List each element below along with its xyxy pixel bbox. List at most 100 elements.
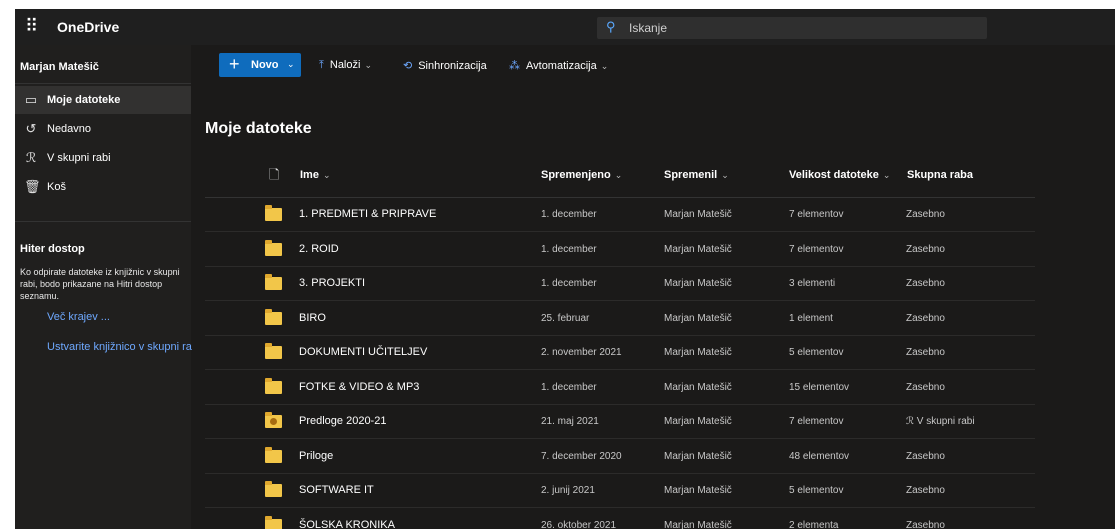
file-sharing: Zasebno <box>906 519 945 529</box>
file-name[interactable]: 1. PREDMETI & PRIPRAVE <box>299 208 436 220</box>
column-header-size[interactable]: Velikost datoteke ⌄ <box>789 169 890 181</box>
file-modified: 1. december <box>541 209 597 220</box>
file-name[interactable]: Predloge 2020-21 <box>299 415 386 427</box>
table-row[interactable]: ŠOLSKA KRONIKA 26. oktober 2021 Marjan Mat… <box>205 509 1035 529</box>
file-name[interactable]: 2. ROID <box>299 243 339 255</box>
user-name: Marjan Matešič <box>20 61 99 73</box>
file-name[interactable]: BIRO <box>299 312 326 324</box>
chevron-down-icon: ⌄ <box>614 170 623 180</box>
file-size: 7 elementov <box>789 416 844 427</box>
folder-icon <box>265 377 282 394</box>
file-type-icon[interactable]: 🗋 <box>269 166 279 188</box>
history-icon: ↺ <box>25 121 37 136</box>
file-modified-by: Marjan Matešič <box>664 416 732 427</box>
folder-icon <box>265 239 282 256</box>
new-button[interactable]: + Novo ⌄ <box>219 53 301 77</box>
file-sharing: Zasebno <box>906 278 945 289</box>
more-places-link[interactable]: Več krajev ... <box>47 311 110 323</box>
onedrive-window: ⠿ OneDrive ⚲ Iskanje Marjan Matešič ▭ Mo… <box>15 9 1115 529</box>
file-modified: 1. december <box>541 243 597 255</box>
folder-icon <box>265 274 282 290</box>
file-name[interactable]: Priloge <box>299 450 333 462</box>
file-modified-by: Marjan Matešič <box>664 278 732 289</box>
file-name[interactable]: SOFTWARE IT <box>299 484 374 496</box>
chevron-down-icon: ⌄ <box>364 60 372 70</box>
file-name[interactable]: ŠOLSKA KRONIKA <box>299 519 395 529</box>
file-sharing: ℛ V skupni rabi <box>906 416 975 427</box>
file-modified: 7. december 2020 <box>541 450 622 462</box>
trash-icon: 🗑 <box>24 179 41 194</box>
plus-icon: + <box>229 54 240 74</box>
table-row[interactable]: 2. ROID 1. december Marjan Matešič 7 elemen… <box>205 233 1035 267</box>
file-name[interactable]: FOTKE & VIDEO & MP3 <box>299 381 419 393</box>
column-header-sharing[interactable]: Skupna raba <box>907 169 973 181</box>
search-box[interactable]: ⚲ Iskanje <box>597 17 987 39</box>
file-sharing: Zasebno <box>906 485 945 496</box>
sidebar-item-shared[interactable]: ℛ V skupni rabi <box>15 144 191 172</box>
file-modified: 2. november 2021 <box>541 347 622 358</box>
sidebar-item-label: V skupni rabi <box>47 152 111 164</box>
chevron-down-icon: ⌄ <box>600 61 609 71</box>
automate-button[interactable]: ⁂ Avtomatizacija ⌄ <box>509 59 608 72</box>
upload-button[interactable]: ⤒ Naloži ⌄ <box>319 59 372 72</box>
sidebar-item-label: Moje datoteke <box>47 94 121 106</box>
page-title: Moje datoteke <box>205 120 312 137</box>
file-size: 15 elementov <box>789 381 850 393</box>
create-library-link[interactable]: Ustvarite knjižnico v skupni ra <box>47 341 192 353</box>
sidebar-item-recycle-bin[interactable]: 🗑 Koš <box>15 173 191 201</box>
divider <box>15 221 191 222</box>
file-modified-by: Marjan Matešič <box>664 450 732 462</box>
top-bar: ⠿ OneDrive ⚲ Iskanje <box>15 9 1115 45</box>
app-launcher-icon[interactable]: ⠿ <box>25 17 43 35</box>
file-size: 48 elementov <box>789 450 850 462</box>
table-row[interactable]: BIRO 25. februar Marjan Matešič 1 element Za… <box>205 302 1035 336</box>
column-header-modified-by[interactable]: Spremenil ⌄ <box>664 169 729 181</box>
shared-badge-icon <box>270 418 277 425</box>
flow-icon: ⁂ <box>509 60 520 72</box>
file-sharing: Zasebno <box>906 450 945 462</box>
file-modified-by: Marjan Matešič <box>664 485 732 496</box>
file-modified-by: Marjan Matešič <box>664 519 732 529</box>
sidebar-item-recent[interactable]: ↺ Nedavno <box>15 115 191 143</box>
column-header-label: Velikost datoteke <box>789 169 879 181</box>
file-sharing: Zasebno <box>906 209 945 220</box>
folder-icon <box>265 481 282 497</box>
divider <box>15 83 191 84</box>
table-row[interactable]: 1. PREDMETI & PRIPRAVE 1. december Marjan … <box>205 198 1035 232</box>
file-size: 1 element <box>789 312 833 324</box>
file-size: 3 elementi <box>789 278 836 289</box>
file-modified-by: Marjan Matešič <box>664 312 732 324</box>
sidebar-item-my-files[interactable]: ▭ Moje datoteke <box>15 86 191 114</box>
sync-button[interactable]: ⟲ Sinhronizacija <box>403 59 487 72</box>
column-header-modified[interactable]: Spremenjeno ⌄ <box>541 169 622 181</box>
file-name[interactable]: DOKUMENTI UČITELJEV <box>299 346 427 358</box>
file-size: 5 elementov <box>789 485 844 496</box>
column-header-label: Spremenjeno <box>541 169 611 181</box>
folder-icon <box>265 515 282 529</box>
chevron-down-icon: ⌄ <box>287 59 295 69</box>
file-size: 7 elementov <box>789 209 844 220</box>
quick-access-title: Hiter dostop <box>20 243 85 255</box>
file-modified-by: Marjan Matešič <box>664 347 732 358</box>
folder-icon <box>265 205 282 221</box>
table-row[interactable]: FOTKE & VIDEO & MP3 1. december Marjan Mat… <box>205 371 1035 405</box>
table-row[interactable]: 3. PROJEKTI 1. december Marjan Matešič 3 el… <box>205 267 1035 301</box>
table-row[interactable]: DOKUMENTI UČITELJEV 2. november 2021 Marja… <box>205 336 1035 370</box>
automate-label: Avtomatizacija <box>526 60 597 72</box>
table-row[interactable]: SOFTWARE IT 2. junij 2021 Marjan Matešič 5 … <box>205 474 1035 508</box>
table-row[interactable]: Predloge 2020-21 21. maj 2021 Marjan Mateš… <box>205 405 1035 439</box>
column-header-label: Spremenil <box>664 169 718 181</box>
upload-icon: ⤒ <box>319 59 324 71</box>
file-name[interactable]: 3. PROJEKTI <box>299 277 365 289</box>
file-size: 2 elementa <box>789 519 839 529</box>
file-sharing: Zasebno <box>906 381 945 393</box>
table-row[interactable]: Priloge 7. december 2020 Marjan Matešič 48 … <box>205 440 1035 474</box>
sharing-label: V skupni rabi <box>916 416 975 427</box>
column-header-name[interactable]: Ime ⌄ <box>300 169 331 181</box>
folder-icon <box>265 446 282 463</box>
file-modified-by: Marjan Matešič <box>664 243 732 255</box>
search-placeholder[interactable]: Iskanje <box>629 21 667 35</box>
new-button-label: Novo <box>251 59 279 71</box>
file-size: 5 elementov <box>789 347 844 358</box>
app-title[interactable]: OneDrive <box>57 19 119 35</box>
